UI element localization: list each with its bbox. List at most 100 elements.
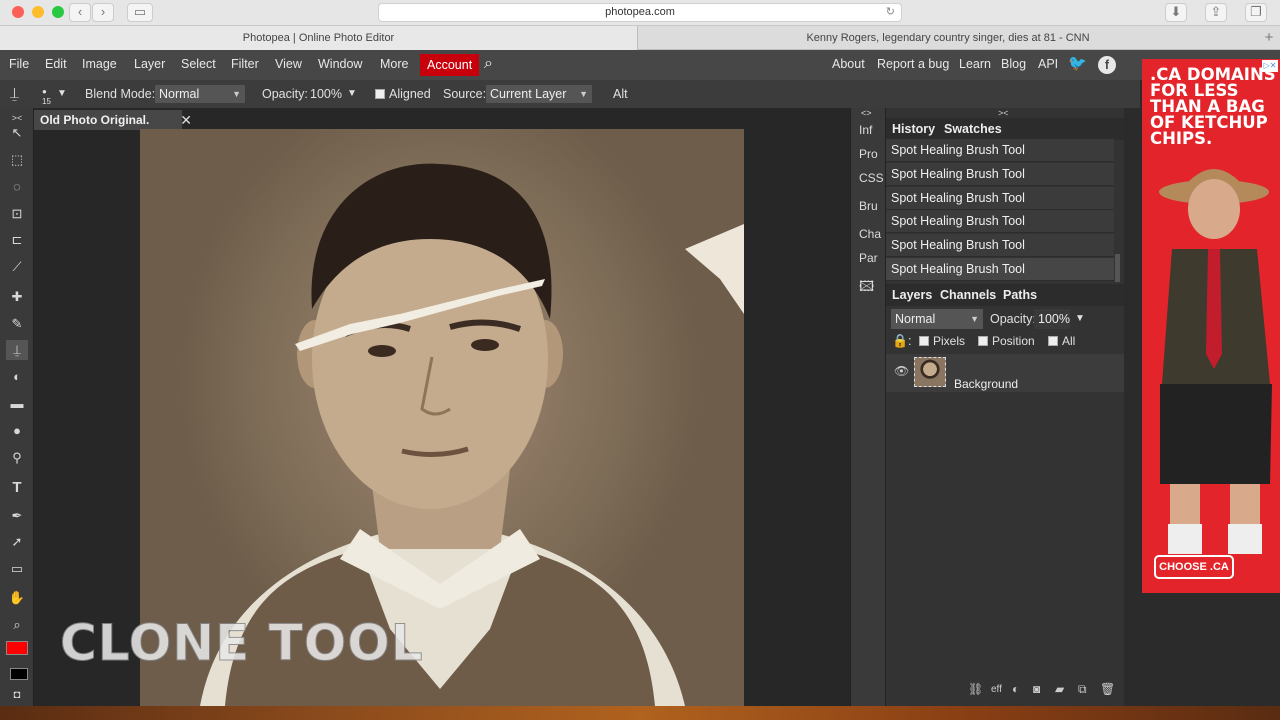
opacity-dropdown-arrow[interactable]: ▼ bbox=[347, 80, 357, 108]
blend-mode-select[interactable]: Normal ▼ bbox=[155, 85, 245, 103]
marquee-tool-icon[interactable]: ⬚ bbox=[6, 150, 28, 170]
healing-tool-icon[interactable]: ✚ bbox=[6, 287, 28, 307]
ad-cta-button[interactable]: CHOOSE .CA bbox=[1154, 555, 1234, 579]
aligned-checkbox[interactable]: Aligned bbox=[375, 80, 431, 108]
collapse-panels-icon[interactable]: >< bbox=[998, 108, 1009, 118]
download-icon[interactable]: ⬇ bbox=[1165, 3, 1187, 22]
lasso-tool-icon[interactable]: ◌ bbox=[6, 177, 28, 197]
menu-view[interactable]: View bbox=[275, 50, 302, 80]
lock-all-checkbox[interactable]: All bbox=[1048, 327, 1075, 355]
menu-window[interactable]: Window bbox=[318, 50, 362, 80]
history-item[interactable]: Spot Healing Brush Tool bbox=[886, 163, 1114, 186]
menu-layer[interactable]: Layer bbox=[134, 50, 165, 80]
menu-learn[interactable]: Learn bbox=[959, 50, 991, 80]
brush-dropdown-arrow[interactable]: ▼ bbox=[57, 80, 67, 108]
image-icon[interactable]: 🖾 bbox=[859, 276, 874, 300]
effects-button[interactable]: eff bbox=[991, 684, 1002, 695]
history-item[interactable]: Spot Healing Brush Tool bbox=[886, 234, 1114, 257]
side-tab-css[interactable]: CSS bbox=[859, 171, 884, 185]
gradient-tool-icon[interactable]: ▬ bbox=[6, 394, 28, 414]
twitter-icon[interactable]: 🐦 bbox=[1068, 50, 1087, 80]
tab-history[interactable]: History bbox=[892, 118, 935, 140]
history-item[interactable]: Spot Healing Brush Tool bbox=[886, 187, 1114, 210]
back-icon[interactable]: ‹ bbox=[69, 3, 91, 22]
search-icon[interactable]: ⌕ bbox=[484, 50, 493, 80]
mask-icon[interactable]: ◙ bbox=[1033, 682, 1040, 696]
menu-image[interactable]: Image bbox=[82, 50, 117, 80]
forward-icon[interactable]: › bbox=[92, 3, 114, 22]
menu-filter[interactable]: Filter bbox=[231, 50, 259, 80]
side-tab-character[interactable]: Cha bbox=[859, 227, 881, 241]
visibility-eye-icon[interactable]: 👁 bbox=[894, 364, 909, 378]
menu-more[interactable]: More bbox=[380, 50, 408, 80]
lock-pixels-checkbox[interactable]: Pixels bbox=[919, 327, 965, 355]
clone-stamp-icon[interactable]: ⍊ bbox=[10, 80, 19, 108]
menu-edit[interactable]: Edit bbox=[45, 50, 67, 80]
source-select[interactable]: Current Layer ▼ bbox=[486, 85, 592, 103]
hand-tool-icon[interactable]: ✋ bbox=[6, 588, 28, 608]
move-tool-icon[interactable]: ↖ bbox=[6, 123, 28, 143]
lock-position-checkbox[interactable]: Position bbox=[978, 327, 1035, 355]
tab-channels[interactable]: Channels bbox=[940, 284, 996, 306]
minimize-window-button[interactable] bbox=[32, 6, 44, 18]
history-item-active[interactable]: Spot Healing Brush Tool bbox=[886, 258, 1114, 281]
tabs-overview-icon[interactable]: ❐ bbox=[1245, 3, 1267, 22]
link-icon[interactable]: ⛓ bbox=[968, 682, 983, 696]
tab-paths[interactable]: Paths bbox=[1003, 284, 1037, 306]
new-layer-icon[interactable]: ⧉ bbox=[1078, 682, 1087, 697]
menu-blog[interactable]: Blog bbox=[1001, 50, 1026, 80]
reload-icon[interactable]: ↻ bbox=[886, 4, 895, 21]
menu-about[interactable]: About bbox=[832, 50, 865, 80]
share-icon[interactable]: ⇪ bbox=[1205, 3, 1227, 22]
menu-select[interactable]: Select bbox=[181, 50, 216, 80]
document-tab[interactable]: Old Photo Original. ✕ bbox=[34, 110, 192, 130]
layer-opacity-value[interactable]: 100% bbox=[1034, 309, 1070, 329]
history-scrollbar[interactable] bbox=[1115, 254, 1120, 282]
side-tab-info[interactable]: Inf bbox=[859, 123, 872, 137]
path-select-tool-icon[interactable]: ➚ bbox=[6, 532, 28, 552]
layer-blend-select[interactable]: Normal ▼ bbox=[891, 309, 983, 329]
background-color-swatch[interactable] bbox=[10, 668, 28, 680]
trash-icon[interactable]: 🗑 bbox=[1100, 682, 1115, 696]
close-document-icon[interactable]: ✕ bbox=[180, 110, 192, 130]
maximize-window-button[interactable] bbox=[52, 6, 64, 18]
url-bar[interactable]: photopea.com ↻ bbox=[378, 3, 902, 22]
eyedropper-tool-icon[interactable]: ⟋ bbox=[6, 257, 28, 277]
folder-icon[interactable]: ▰ bbox=[1055, 682, 1064, 696]
layer-row-background[interactable]: 👁 Background bbox=[886, 354, 1124, 392]
side-tab-paragraph[interactable]: Par bbox=[859, 251, 878, 265]
sidebar-icon[interactable]: ▭ bbox=[127, 3, 153, 22]
crop-tool-icon[interactable]: ⊏ bbox=[6, 230, 28, 250]
adjustment-icon[interactable]: ◐ bbox=[1012, 682, 1019, 696]
close-window-button[interactable] bbox=[12, 6, 24, 18]
facebook-icon[interactable]: f bbox=[1098, 56, 1116, 74]
clone-tool-icon[interactable]: ⍊ bbox=[6, 340, 28, 360]
quick-mask-icon[interactable]: ◘ bbox=[6, 685, 28, 705]
layer-opacity-arrow[interactable]: ▼ bbox=[1075, 305, 1085, 333]
type-tool-icon[interactable]: T bbox=[6, 478, 28, 498]
dodge-tool-icon[interactable]: ⚲ bbox=[6, 448, 28, 468]
eraser-tool-icon[interactable]: ◐ bbox=[6, 367, 28, 387]
expand-panels-icon[interactable]: <> bbox=[861, 108, 872, 118]
foreground-color-swatch[interactable] bbox=[6, 641, 28, 655]
tab-layers[interactable]: Layers bbox=[892, 284, 932, 306]
new-tab-button[interactable]: + bbox=[1258, 26, 1280, 50]
account-button[interactable]: Account bbox=[420, 54, 480, 76]
quick-select-tool-icon[interactable]: ⊡ bbox=[6, 204, 28, 224]
tab-cnn[interactable]: Kenny Rogers, legendary country singer, … bbox=[639, 26, 1257, 50]
menu-report-bug[interactable]: Report a bug bbox=[877, 50, 949, 80]
brush-tool-icon[interactable]: ✎ bbox=[6, 314, 28, 334]
opacity-value[interactable]: 100% bbox=[310, 80, 342, 108]
advertisement-banner[interactable]: ▷✕ .CA DOMAINS FOR LESS THAN A BAG OF KE… bbox=[1142, 59, 1280, 593]
tab-swatches[interactable]: Swatches bbox=[944, 118, 1002, 140]
history-item[interactable]: Spot Healing Brush Tool bbox=[886, 139, 1114, 162]
menu-file[interactable]: File bbox=[9, 50, 29, 80]
pen-tool-icon[interactable]: ✒ bbox=[6, 506, 28, 526]
shape-tool-icon[interactable]: ▭ bbox=[6, 559, 28, 579]
side-tab-properties[interactable]: Pro bbox=[859, 147, 878, 161]
history-item[interactable]: Spot Healing Brush Tool bbox=[886, 210, 1114, 233]
menu-api[interactable]: API bbox=[1038, 50, 1058, 80]
zoom-tool-icon[interactable]: ⌕ bbox=[6, 615, 28, 635]
side-tab-brush[interactable]: Bru bbox=[859, 199, 878, 213]
tab-photopea[interactable]: Photopea | Online Photo Editor bbox=[0, 26, 638, 50]
